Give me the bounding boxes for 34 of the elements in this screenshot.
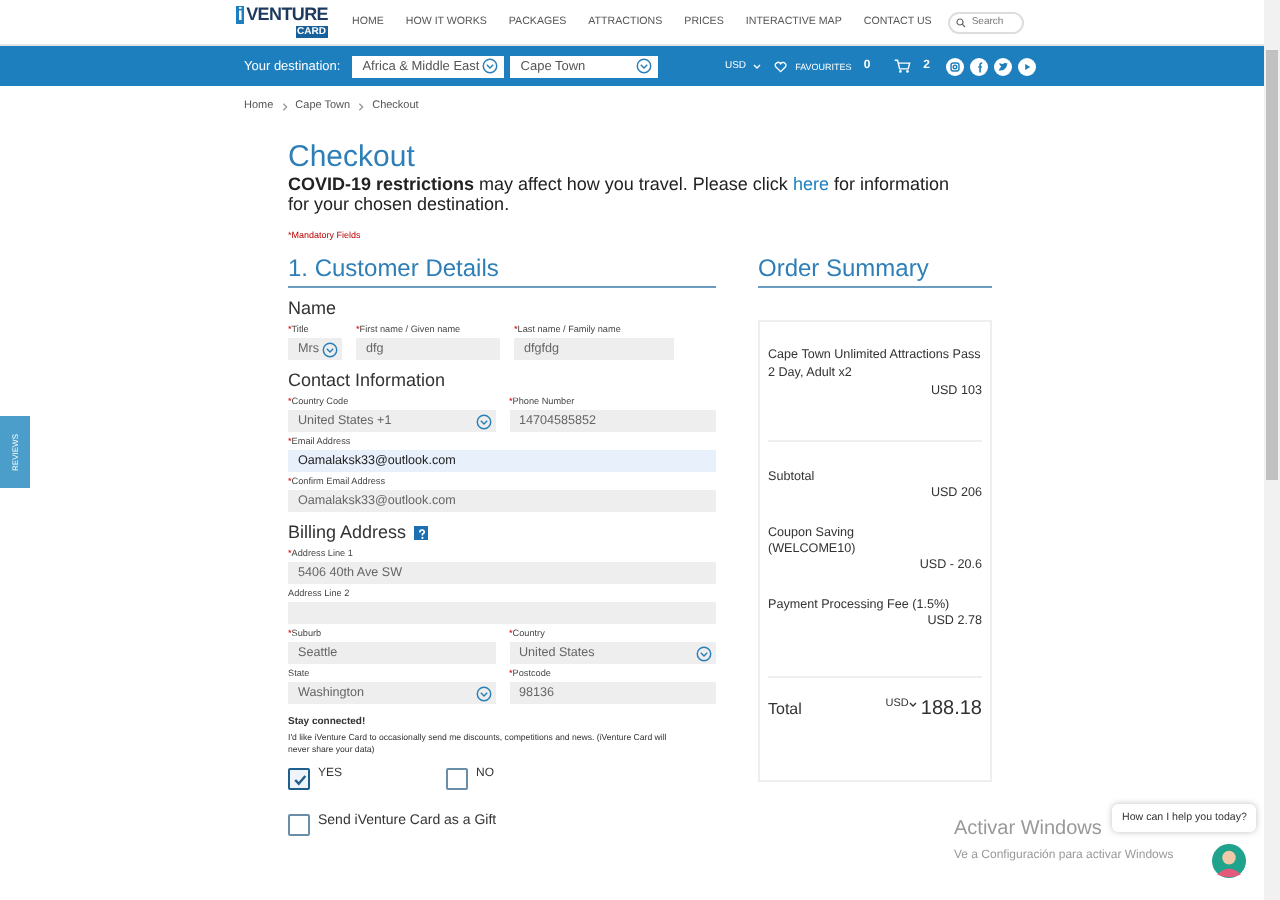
- help-icon[interactable]: [414, 526, 429, 540]
- group-heading: Contact Information: [288, 370, 446, 392]
- cart-icon[interactable]: [894, 58, 912, 74]
- heart-icon[interactable]: [774, 59, 788, 73]
- chevron-icon: [482, 58, 499, 74]
- chevron-right-icon: [279, 101, 290, 111]
- chevron-right-icon: [356, 101, 367, 111]
- section-title: 1. Customer Details: [288, 254, 716, 288]
- chevron-icon: [475, 685, 491, 701]
- caret-icon: [908, 699, 919, 709]
- page-title: Checkout: [288, 140, 417, 174]
- activation-notice-title: Activar Windows: [954, 818, 1102, 842]
- group-heading: Name: [288, 298, 337, 320]
- here-link[interactable]: here: [792, 174, 829, 194]
- total-amount: 188.18: [920, 698, 982, 720]
- youtube-icon[interactable]: [1018, 57, 1037, 75]
- search-icon: [955, 17, 966, 27]
- chevron-icon: [475, 413, 491, 429]
- instagram-icon[interactable]: [946, 57, 965, 75]
- checkbox[interactable]: [288, 768, 310, 790]
- chevron-icon: [322, 341, 338, 357]
- chevron-icon: [696, 645, 712, 661]
- section-title: Order Summary: [758, 254, 992, 288]
- avatar-icon[interactable]: [1212, 844, 1246, 878]
- scrollbar[interactable]: [1264, 0, 1280, 900]
- caret-icon: [752, 61, 763, 71]
- chevron-icon: [636, 58, 653, 74]
- twitter-icon[interactable]: [994, 57, 1013, 75]
- facebook-icon[interactable]: [970, 57, 989, 75]
- covid-notice: COVID-19 restrictions may affect how you travel. Please click here for information for your chosen destination.: [288, 174, 951, 214]
- checkbox[interactable]: [288, 814, 310, 836]
- checkbox[interactable]: [446, 768, 469, 790]
- group-heading: Billing Address: [288, 522, 407, 544]
- total-label: Total: [768, 700, 804, 718]
